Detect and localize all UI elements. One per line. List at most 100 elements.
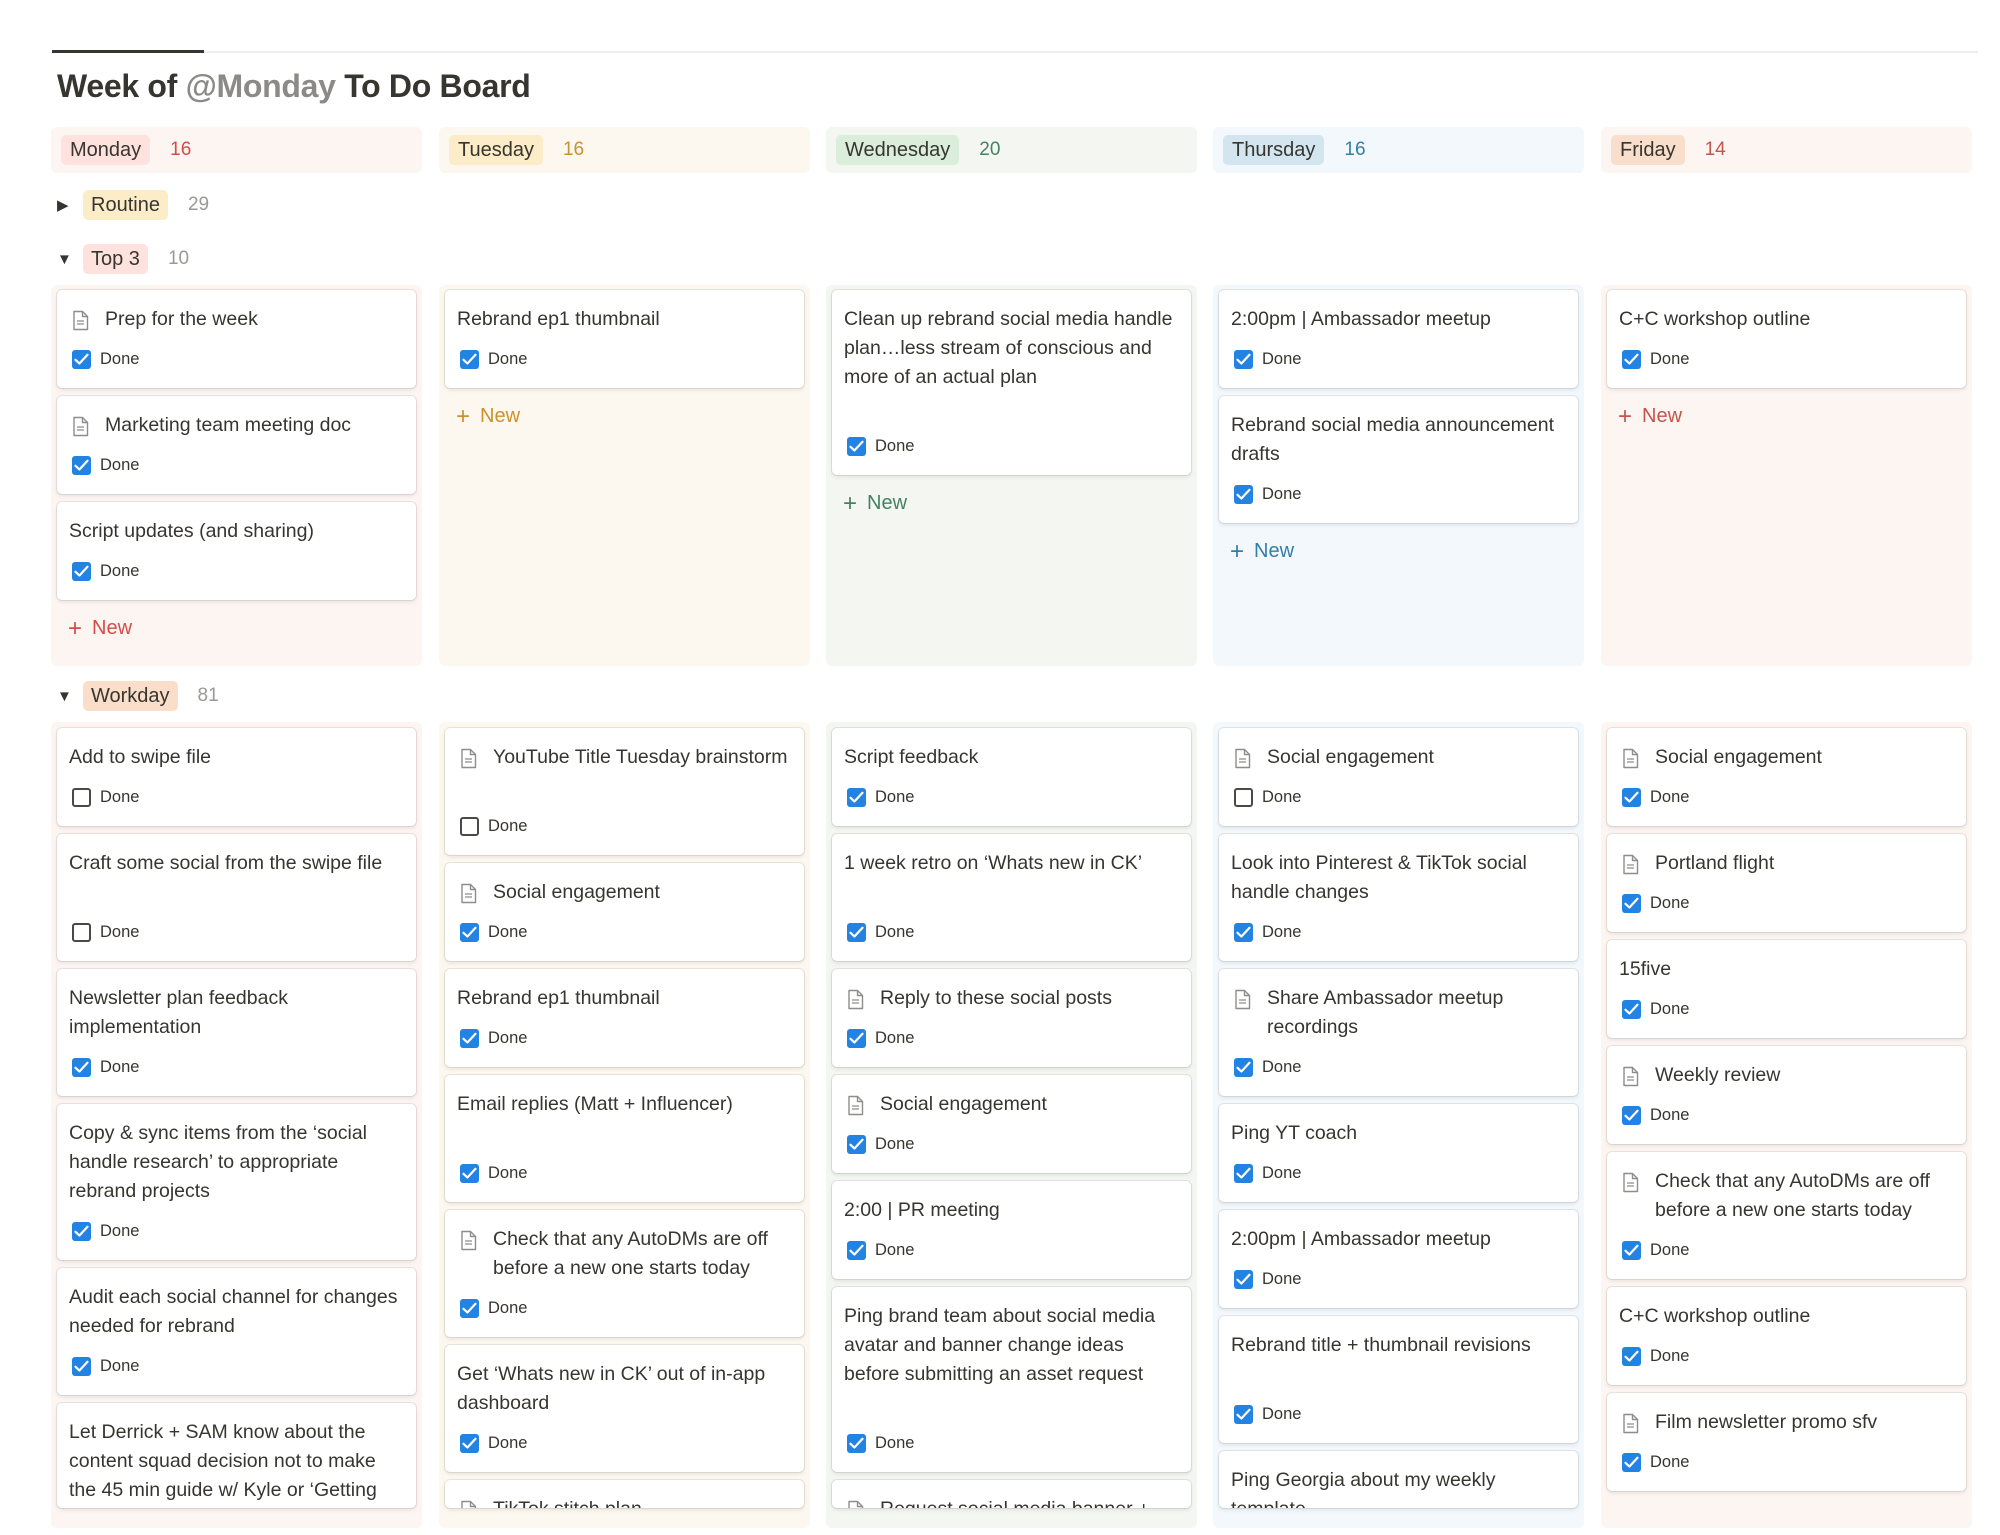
checkbox-checked[interactable] bbox=[460, 1434, 479, 1453]
column-header-monday[interactable]: Monday 16 bbox=[51, 127, 422, 173]
task-card[interactable]: Marketing team meeting doc Done bbox=[57, 396, 416, 494]
task-card[interactable]: Portland flight Done bbox=[1607, 834, 1966, 932]
collapsed-triangle-icon[interactable]: ▶ bbox=[57, 196, 83, 214]
task-card[interactable]: C+C workshop outline Done bbox=[1607, 290, 1966, 388]
task-card[interactable]: Script feedback Done bbox=[832, 728, 1191, 826]
new-card-button[interactable]: + New bbox=[68, 616, 132, 640]
task-card[interactable]: Rebrand ep1 thumbnail Done bbox=[445, 969, 804, 1067]
task-card[interactable]: Ping Georgia about my weekly template bbox=[1219, 1451, 1578, 1508]
checkbox-checked[interactable] bbox=[1234, 1164, 1253, 1183]
task-card[interactable]: Social engagement Done bbox=[1219, 728, 1578, 826]
checkbox-checked[interactable] bbox=[460, 350, 479, 369]
checkbox-checked[interactable] bbox=[1234, 923, 1253, 942]
task-card[interactable]: 2:00pm | Ambassador meetup Done bbox=[1219, 290, 1578, 388]
task-card[interactable]: Social engagement Done bbox=[1607, 728, 1966, 826]
task-card[interactable]: 2:00 | PR meeting Done bbox=[832, 1181, 1191, 1279]
checkbox-checked[interactable] bbox=[847, 923, 866, 942]
checkbox-checked[interactable] bbox=[1622, 1106, 1641, 1125]
task-card[interactable]: 15five Done bbox=[1607, 940, 1966, 1038]
checkbox-checked[interactable] bbox=[847, 437, 866, 456]
column-header-thursday[interactable]: Thursday 16 bbox=[1213, 127, 1584, 173]
checkbox-unchecked[interactable] bbox=[72, 788, 91, 807]
task-card[interactable]: Look into Pinterest & TikTok social hand… bbox=[1219, 834, 1578, 961]
column-header-tuesday[interactable]: Tuesday 16 bbox=[439, 127, 810, 173]
checkbox-checked[interactable] bbox=[1622, 350, 1641, 369]
checkbox-checked[interactable] bbox=[847, 1029, 866, 1048]
expanded-triangle-icon[interactable]: ▼ bbox=[57, 251, 83, 268]
task-card[interactable]: Weekly review Done bbox=[1607, 1046, 1966, 1144]
column-header-wednesday[interactable]: Wednesday 20 bbox=[826, 127, 1197, 173]
checkbox-checked[interactable] bbox=[1234, 1270, 1253, 1289]
checkbox-checked[interactable] bbox=[1234, 350, 1253, 369]
checkbox-checked[interactable] bbox=[1622, 1453, 1641, 1472]
checkbox-checked[interactable] bbox=[460, 1299, 479, 1318]
checkbox-unchecked[interactable] bbox=[1234, 788, 1253, 807]
date-mention[interactable]: @Monday bbox=[186, 68, 336, 104]
group-routine[interactable]: ▶ Routine 29 bbox=[57, 189, 209, 221]
new-card-button[interactable]: + New bbox=[1618, 404, 1682, 428]
checkbox-checked[interactable] bbox=[460, 1029, 479, 1048]
task-card[interactable]: TikTok stitch plan bbox=[445, 1480, 804, 1508]
group-top3[interactable]: ▼ Top 3 10 bbox=[57, 243, 189, 275]
checkbox-checked[interactable] bbox=[1622, 1241, 1641, 1260]
task-card[interactable]: Check that any AutoDMs are off before a … bbox=[445, 1210, 804, 1337]
done-label: Done bbox=[100, 788, 140, 806]
checkbox-checked[interactable] bbox=[847, 1135, 866, 1154]
task-card[interactable]: Craft some social from the swipe file Don… bbox=[57, 834, 416, 961]
checkbox-checked[interactable] bbox=[1622, 894, 1641, 913]
task-card[interactable]: Rebrand ep1 thumbnail Done bbox=[445, 290, 804, 388]
task-card[interactable]: Social engagement Done bbox=[832, 1075, 1191, 1173]
task-card[interactable]: Email replies (Matt + Influencer) Done bbox=[445, 1075, 804, 1202]
checkbox-checked[interactable] bbox=[72, 456, 91, 475]
task-card[interactable]: Rebrand social media announcement drafts… bbox=[1219, 396, 1578, 523]
checkbox-checked[interactable] bbox=[1234, 485, 1253, 504]
task-card[interactable]: Check that any AutoDMs are off before a … bbox=[1607, 1152, 1966, 1279]
checkbox-checked[interactable] bbox=[72, 1058, 91, 1077]
checkbox-unchecked[interactable] bbox=[72, 923, 91, 942]
task-card[interactable]: YouTube Title Tuesday brainstorm Done bbox=[445, 728, 804, 855]
checkbox-checked[interactable] bbox=[72, 1222, 91, 1241]
checkbox-checked[interactable] bbox=[1622, 788, 1641, 807]
group-workday[interactable]: ▼ Workday 81 bbox=[57, 680, 219, 712]
checkbox-unchecked[interactable] bbox=[460, 817, 479, 836]
done-label: Done bbox=[1262, 485, 1302, 503]
checkbox-checked[interactable] bbox=[460, 923, 479, 942]
task-card[interactable]: Copy & sync items from the ‘social handl… bbox=[57, 1104, 416, 1260]
active-view-tab-indicator[interactable] bbox=[52, 50, 204, 53]
expanded-triangle-icon[interactable]: ▼ bbox=[57, 688, 83, 705]
task-card[interactable]: Ping brand team about social media avata… bbox=[832, 1287, 1191, 1472]
task-card[interactable]: C+C workshop outline Done bbox=[1607, 1287, 1966, 1385]
task-card[interactable]: 2:00pm | Ambassador meetup Done bbox=[1219, 1210, 1578, 1308]
task-card[interactable]: Clean up rebrand social media handle pla… bbox=[832, 290, 1191, 475]
task-card[interactable]: Newsletter plan feedback implementation D… bbox=[57, 969, 416, 1096]
task-card[interactable]: Rebrand title + thumbnail revisions Done bbox=[1219, 1316, 1578, 1443]
checkbox-checked[interactable] bbox=[72, 1357, 91, 1376]
column-header-friday[interactable]: Friday 14 bbox=[1601, 127, 1972, 173]
checkbox-checked[interactable] bbox=[1234, 1058, 1253, 1077]
task-card[interactable]: Film newsletter promo sfv Done bbox=[1607, 1393, 1966, 1491]
new-card-button[interactable]: + New bbox=[456, 404, 520, 428]
task-card[interactable]: Add to swipe file Done bbox=[57, 728, 416, 826]
checkbox-checked[interactable] bbox=[460, 1164, 479, 1183]
task-card[interactable]: 1 week retro on ‘Whats new in CK’ Done bbox=[832, 834, 1191, 961]
checkbox-checked[interactable] bbox=[847, 788, 866, 807]
checkbox-checked[interactable] bbox=[72, 350, 91, 369]
task-card[interactable]: Let Derrick + SAM know about the content… bbox=[57, 1403, 416, 1508]
checkbox-checked[interactable] bbox=[1622, 1347, 1641, 1366]
checkbox-checked[interactable] bbox=[72, 562, 91, 581]
task-card[interactable]: Get ‘Whats new in CK’ out of in-app dash… bbox=[445, 1345, 804, 1472]
task-card[interactable]: Audit each social channel for changes ne… bbox=[57, 1268, 416, 1395]
new-card-button[interactable]: + New bbox=[843, 491, 907, 515]
task-card[interactable]: Request social media banner + profile ph… bbox=[832, 1480, 1191, 1508]
task-card[interactable]: Script updates (and sharing) Done bbox=[57, 502, 416, 600]
task-card[interactable]: Share Ambassador meetup recordings Done bbox=[1219, 969, 1578, 1096]
task-card[interactable]: Reply to these social posts Done bbox=[832, 969, 1191, 1067]
task-card[interactable]: Prep for the week Done bbox=[57, 290, 416, 388]
checkbox-checked[interactable] bbox=[1622, 1000, 1641, 1019]
checkbox-checked[interactable] bbox=[847, 1434, 866, 1453]
task-card[interactable]: Social engagement Done bbox=[445, 863, 804, 961]
task-card[interactable]: Ping YT coach Done bbox=[1219, 1104, 1578, 1202]
new-card-button[interactable]: + New bbox=[1230, 539, 1294, 563]
checkbox-checked[interactable] bbox=[847, 1241, 866, 1260]
checkbox-checked[interactable] bbox=[1234, 1405, 1253, 1424]
